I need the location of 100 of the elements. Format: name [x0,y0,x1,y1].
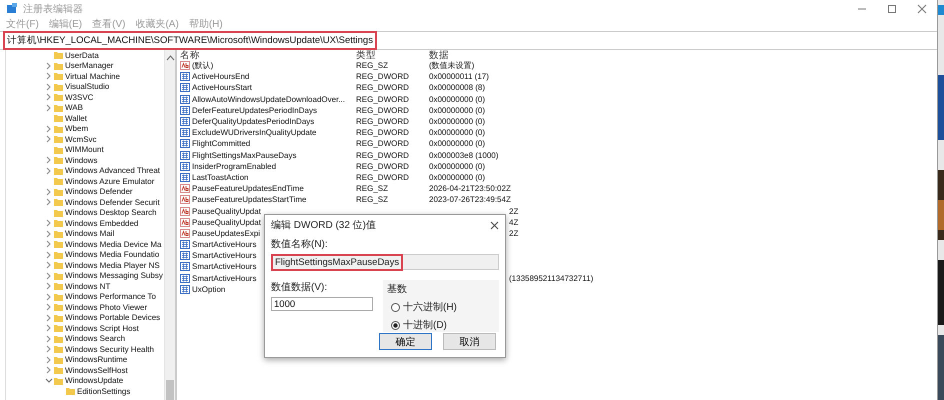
tree-item[interactable]: Windows Mail [65,229,114,238]
value-name[interactable]: LastToastAction [192,172,248,182]
expand-icon[interactable] [45,188,53,196]
value-name[interactable]: UxOption [192,284,226,294]
tree-item[interactable]: EditionSettings [77,386,130,396]
value-name[interactable]: FlightSettingsMaxPauseDays [192,150,296,160]
tree-item[interactable]: Windows Messaging Subsy [65,271,163,280]
expand-icon[interactable] [45,166,53,175]
expand-icon[interactable] [45,135,53,144]
tree-item[interactable]: Windows Media Player NS [65,260,160,270]
value-name[interactable]: InsiderProgramEnabled [192,162,276,171]
expand-icon[interactable] [45,72,53,80]
value-name[interactable]: SmartActiveHours [192,251,256,260]
tree-item[interactable]: Windows Search [65,334,126,344]
close-icon[interactable] [490,220,499,230]
tree-item[interactable]: Windows Performance To [65,292,156,302]
expand-icon[interactable] [45,82,53,91]
tree-item[interactable]: Windows Defender Securit [65,198,160,207]
tree-item[interactable]: Windows Advanced Threat [65,166,160,176]
expand-icon[interactable] [45,303,53,312]
collapse-icon[interactable] [45,376,53,385]
expand-icon[interactable] [45,156,53,164]
value-data: 0x00000000 (0) [429,139,486,148]
value-name[interactable]: PauseUpdatesExpi [192,228,260,238]
value-name[interactable]: SmartActiveHours [192,274,256,283]
tree-item[interactable]: Virtual Machine [65,72,120,81]
tree-item[interactable]: Windows Media Device Ma [65,240,162,249]
tree-item[interactable]: W3SVC [65,92,94,102]
tree-item[interactable]: UserManager [65,61,114,70]
value-name[interactable]: ExcludeWUDriversInQualityUpdate [192,128,316,138]
value-name[interactable]: ActiveHoursStart [192,83,252,92]
value-name-field[interactable]: FlightSettingsMaxPauseDays [271,254,404,270]
expand-icon[interactable] [45,334,53,343]
value-name[interactable]: DeferQualityUpdatesPeriodInDays [192,117,314,126]
radio-button[interactable] [391,320,400,330]
radio-button[interactable] [391,302,400,312]
expand-icon[interactable] [45,93,53,102]
tree-item[interactable]: WindowsSelfHost [65,366,128,375]
tree-item[interactable]: Windows [65,156,98,165]
close-icon[interactable] [917,4,927,14]
value-name[interactable]: SmartActiveHours [192,262,256,272]
tree-item[interactable]: Wallet [65,114,87,123]
tree-item[interactable]: Wbem [65,124,88,134]
expand-icon[interactable] [45,282,53,290]
expand-icon[interactable] [45,240,53,248]
tree-item[interactable]: Windows NT [65,282,110,291]
address-field[interactable]: 计算机\HKEY_LOCAL_MACHINE\SOFTWARE\Microsoft\WindowsUpdate\UX\Settings [3,31,377,50]
ok-button[interactable]: 确定 [379,333,432,350]
expand-icon[interactable] [45,272,53,280]
tree-item[interactable]: WAB [65,103,83,112]
tree-item[interactable]: WcmSvc [65,134,97,144]
value-name[interactable]: PauseFeatureUpdatesEndTime [192,184,304,194]
expand-icon[interactable] [45,62,53,70]
column-header[interactable]: 名称 [180,50,356,60]
tree-item[interactable]: Windows Photo Viewer [65,302,148,312]
tree-item[interactable]: WindowsUpdate [65,376,124,386]
cancel-button[interactable]: 取消 [443,333,496,350]
value-type: REG_DWORD [356,83,409,92]
expand-icon[interactable] [45,104,53,112]
value-name[interactable]: ActiveHoursEnd [192,72,250,82]
maximize-icon[interactable] [887,4,897,14]
value-name[interactable]: FlightCommitted [192,139,250,148]
value-name[interactable]: AllowAutoWindowsUpdateDownloadOver... [192,94,345,104]
radio-label[interactable]: 十进制(D) [403,318,447,332]
value-name[interactable]: (默认) [192,60,214,72]
tree-item[interactable]: Windows Media Foundatio [65,250,160,260]
expand-icon[interactable] [45,366,53,374]
tree-item[interactable]: WIMMount [65,145,104,154]
tree-item[interactable]: Windows Embedded [65,218,138,228]
tree-item[interactable]: Windows Defender [65,187,133,196]
expand-icon[interactable] [45,324,53,332]
expand-icon[interactable] [45,261,53,270]
value-name[interactable]: DeferFeatureUpdatesPeriodInDays [192,106,317,115]
expand-icon[interactable] [45,292,53,301]
value-name[interactable]: PauseQualityUpdat [192,218,261,227]
tree-item[interactable]: Windows Desktop Search [65,208,157,218]
column-header[interactable]: 数据 [429,50,937,60]
tree-item[interactable]: VisualStudio [65,82,110,92]
column-header[interactable]: 类型 [356,50,429,60]
scrollbar-thumb[interactable] [166,380,174,400]
value-name[interactable]: PauseQualityUpdat [192,206,261,216]
tree-item[interactable]: Windows Security Health [65,344,154,354]
value-name[interactable]: SmartActiveHours [192,240,256,250]
tree-item[interactable]: WindowsRuntime [65,355,128,364]
expand-icon[interactable] [45,314,53,322]
expand-icon[interactable] [45,250,53,259]
radio-label[interactable]: 十六进制(H) [403,300,457,314]
expand-icon[interactable] [45,356,53,364]
value-data-field[interactable]: 1000 [271,297,373,311]
scrollbar[interactable] [164,50,175,400]
tree-item[interactable]: UserData [65,50,99,60]
value-name[interactable]: PauseFeatureUpdatesStartTime [192,195,306,204]
expand-icon[interactable] [45,219,53,228]
tree-item[interactable]: Windows Azure Emulator [65,176,154,186]
tree-item[interactable]: Windows Script Host [65,324,139,333]
expand-icon[interactable] [45,345,53,354]
expand-icon[interactable] [45,230,53,238]
tree-item[interactable]: Windows Portable Devices [65,313,160,322]
expand-icon[interactable] [45,124,53,133]
expand-icon[interactable] [45,198,53,206]
